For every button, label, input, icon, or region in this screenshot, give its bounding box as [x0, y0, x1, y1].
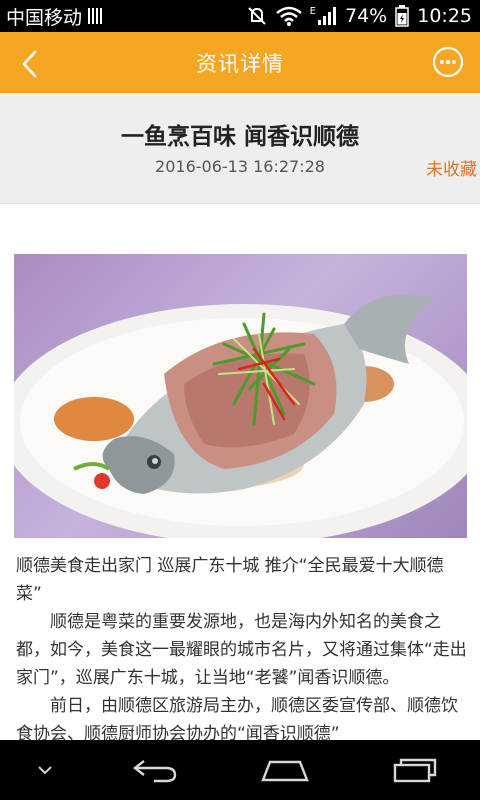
carrier-name: 中国移动	[6, 6, 83, 29]
recent-apps-icon	[393, 758, 437, 783]
status-right: E 74% 10:25	[246, 5, 480, 27]
system-nav-bar	[0, 740, 480, 800]
home-icon	[261, 760, 309, 782]
article-photo	[14, 254, 467, 538]
mute-icon	[246, 5, 268, 27]
app-header: 资讯详情	[0, 32, 480, 93]
article-header: 一鱼烹百味 闻香识顺德 2016-06-13 16:27:28 未收藏	[0, 93, 480, 204]
article-paragraph: 顺德美食走出家门 巡展广东十城 推介“全民最爱十大顺德菜”	[16, 556, 444, 604]
sim-bars-icon	[88, 8, 103, 24]
battery-icon	[395, 5, 409, 27]
steamed-fish-image	[14, 294, 467, 538]
battery-percent: 74%	[345, 5, 388, 27]
article-date: 2016-06-13 16:27:28	[155, 157, 325, 176]
article-paragraph: 顺德是粤菜的重要发源地，也是海内外知名的美食之都，如今，美食这一最耀眼的城市名片…	[16, 612, 467, 688]
network-type: E	[309, 6, 316, 17]
wifi-icon	[275, 6, 302, 26]
chevron-left-icon	[22, 50, 37, 78]
chevron-down-icon	[38, 766, 52, 775]
back-button[interactable]	[10, 44, 50, 84]
more-button[interactable]	[432, 46, 464, 78]
signal-icon: E	[310, 6, 337, 26]
status-left: 中国移动	[0, 3, 103, 30]
favorite-button[interactable]: 未收藏	[426, 155, 477, 180]
more-circle-icon	[432, 46, 464, 78]
clock: 10:25	[417, 5, 472, 27]
nav-home-button[interactable]	[245, 745, 325, 795]
hide-keyboard-button[interactable]	[25, 745, 65, 795]
article-title: 一鱼烹百味 闻香识顺德	[120, 124, 359, 150]
nav-back-button[interactable]	[115, 745, 195, 795]
article-body: 顺德美食走出家门 巡展广东十城 推介“全民最爱十大顺德菜” 顺德是粤菜的重要发源…	[16, 552, 468, 748]
back-arrow-icon	[133, 760, 177, 783]
nav-recent-button[interactable]	[375, 745, 455, 795]
page-title: 资讯详情	[196, 51, 284, 76]
status-bar: 中国移动 E 74% 10:25	[0, 0, 480, 32]
